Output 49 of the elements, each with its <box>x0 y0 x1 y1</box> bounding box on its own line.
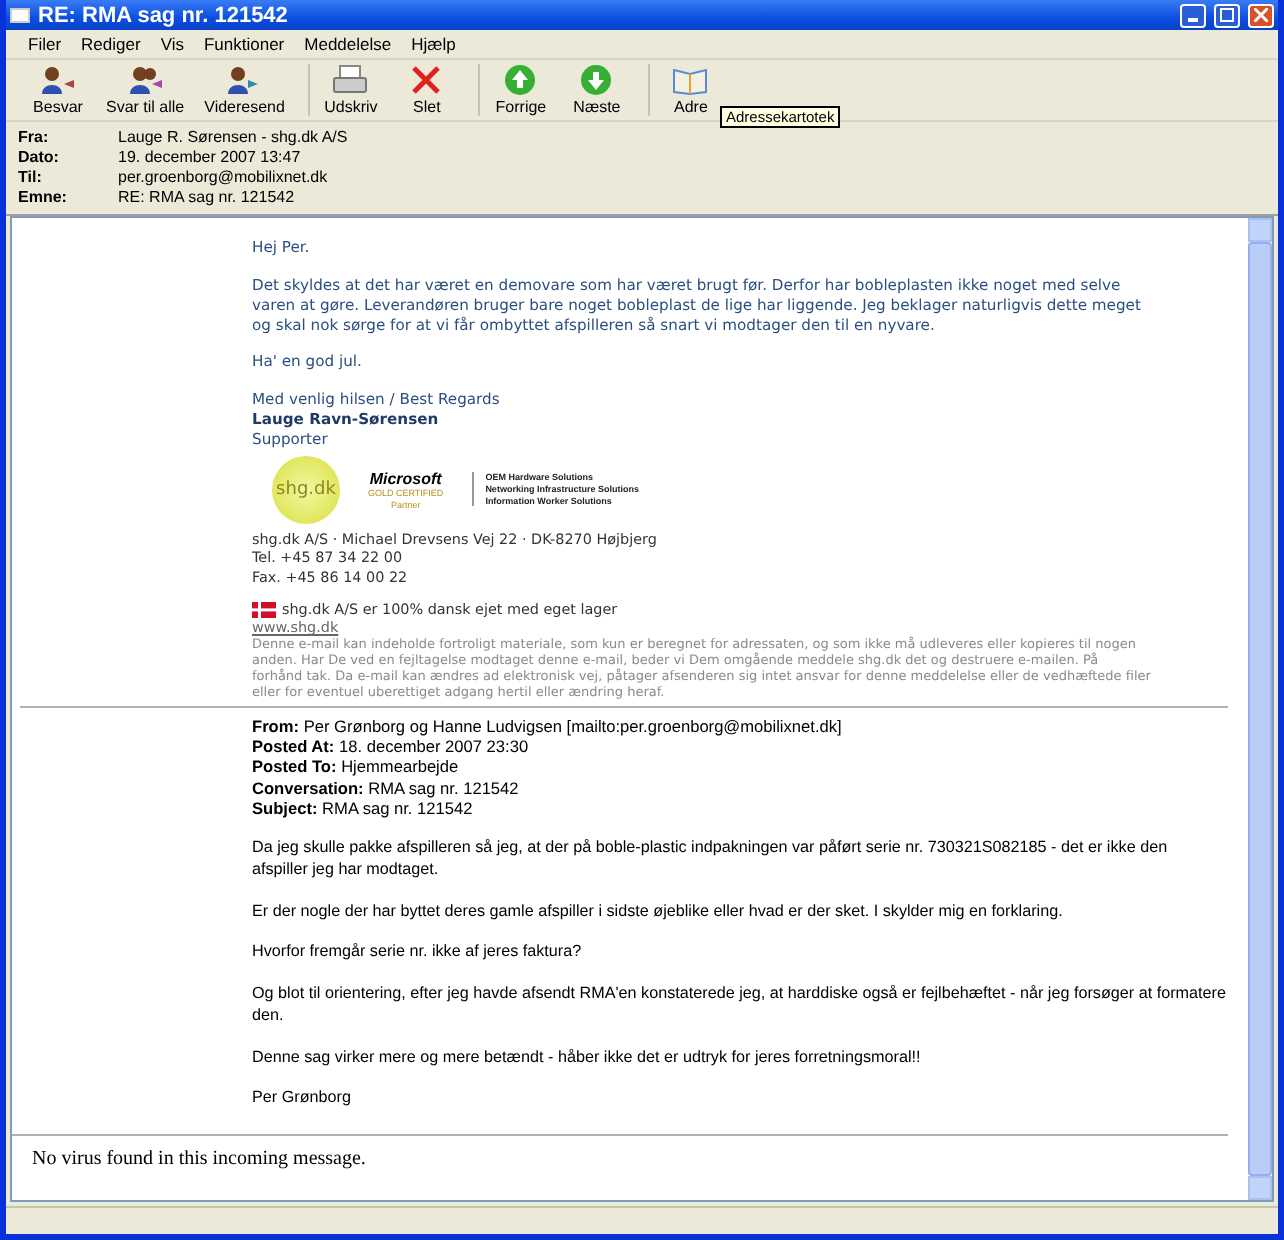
printer-icon <box>332 64 369 96</box>
paragraph: Da jeg skulle pakke afspilleren så jeg, at der på boble-plastic indpakningen var påført serie nr. 730321S082185 - det er ikke den afspiller jeg har modtaget. <box>252 838 1170 882</box>
maximize-button[interactable] <box>1214 3 1240 27</box>
toolbar-button[interactable]: Besvar <box>22 61 94 119</box>
toolbar-button[interactable]: Videresend <box>196 61 293 119</box>
menu-item[interactable]: Rediger <box>71 34 151 54</box>
menu-item[interactable]: Vis <box>150 34 194 54</box>
quoted-header-line: Conversation: RMA sag nr. 121542 <box>252 777 521 798</box>
paragraph: Per Grønborg <box>252 1088 353 1111</box>
toolbar-button[interactable]: Slet <box>390 61 463 119</box>
close-button[interactable] <box>1248 3 1274 27</box>
paragraph: Hvorfor fremgår serie nr. ikke af jeres faktura? <box>252 942 584 965</box>
header-value: 19. december 2007 13:47 <box>118 148 303 166</box>
menu-item[interactable]: Hjælp <box>401 34 466 54</box>
header-label: Til: <box>18 168 44 186</box>
header-label: Emne: <box>18 188 69 206</box>
flag-icon <box>252 601 276 618</box>
header-value: RE: RMA sag nr. 121542 <box>118 188 297 206</box>
toolbar-button[interactable]: Udskriv <box>314 61 387 119</box>
scrollbar[interactable] <box>1248 218 1272 1200</box>
menu-item[interactable]: Funktioner <box>193 34 295 54</box>
paragraph: Denne sag virker mere og mere betændt - håber ikke det er udtryk for jeres forretningsmoral!! <box>252 1047 923 1069</box>
quoted-header-line: Posted To: Hjemmearbejde <box>252 756 461 778</box>
people-icon <box>226 64 263 96</box>
people-icon <box>40 64 76 96</box>
paragraph: Er der nogle der har byttet deres gamle afspiller i sidste øjeblike eller hvad er der sket. I skylder mig en forklaring. <box>252 901 1065 923</box>
quoted-header-line: Posted At: 18. december 2007 23:30 <box>252 736 531 757</box>
header-label: Dato: <box>18 148 61 166</box>
quoted-header-line: From: Per Grønborg og Hanne Ludvigsen [mailto:per.groenborg@mobilixnet.dk] <box>252 716 844 737</box>
menu-item[interactable]: Meddelelse <box>294 34 402 54</box>
toolbar-button[interactable]: Forrige <box>484 61 557 119</box>
people-icon <box>127 64 164 96</box>
close-x-icon <box>410 64 443 96</box>
window-title: RE: RMA sag nr. 121542 <box>38 3 290 27</box>
menu-item[interactable]: Filer <box>18 34 72 54</box>
book-icon <box>672 64 709 96</box>
toolbar-button[interactable]: Næste <box>560 61 633 119</box>
virus-notice: No virus found in this incoming message. <box>32 1148 366 1171</box>
minimize-button[interactable] <box>1180 3 1206 27</box>
envelope-icon <box>10 6 30 24</box>
header-value: Lauge R. Sørensen - shg.dk A/S <box>118 128 350 146</box>
maximize-icon <box>1220 8 1234 22</box>
toolbar-button[interactable]: Svar til alle <box>98 61 193 119</box>
company-logo: shg.dk <box>272 455 340 524</box>
quoted-header-line: Subject: RMA sag nr. 121542 <box>252 797 475 819</box>
close-icon <box>1254 8 1268 22</box>
header-label: Fra: <box>18 128 51 146</box>
paragraph: Og blot til orientering, efter jeg havde afsendt RMA'en konstaterede jeg, at harddiske også er fejlbehæftet - når jeg forsøger at formatere den. <box>252 984 1228 1028</box>
header-value: per.groenborg@mobilixnet.dk <box>118 168 330 186</box>
